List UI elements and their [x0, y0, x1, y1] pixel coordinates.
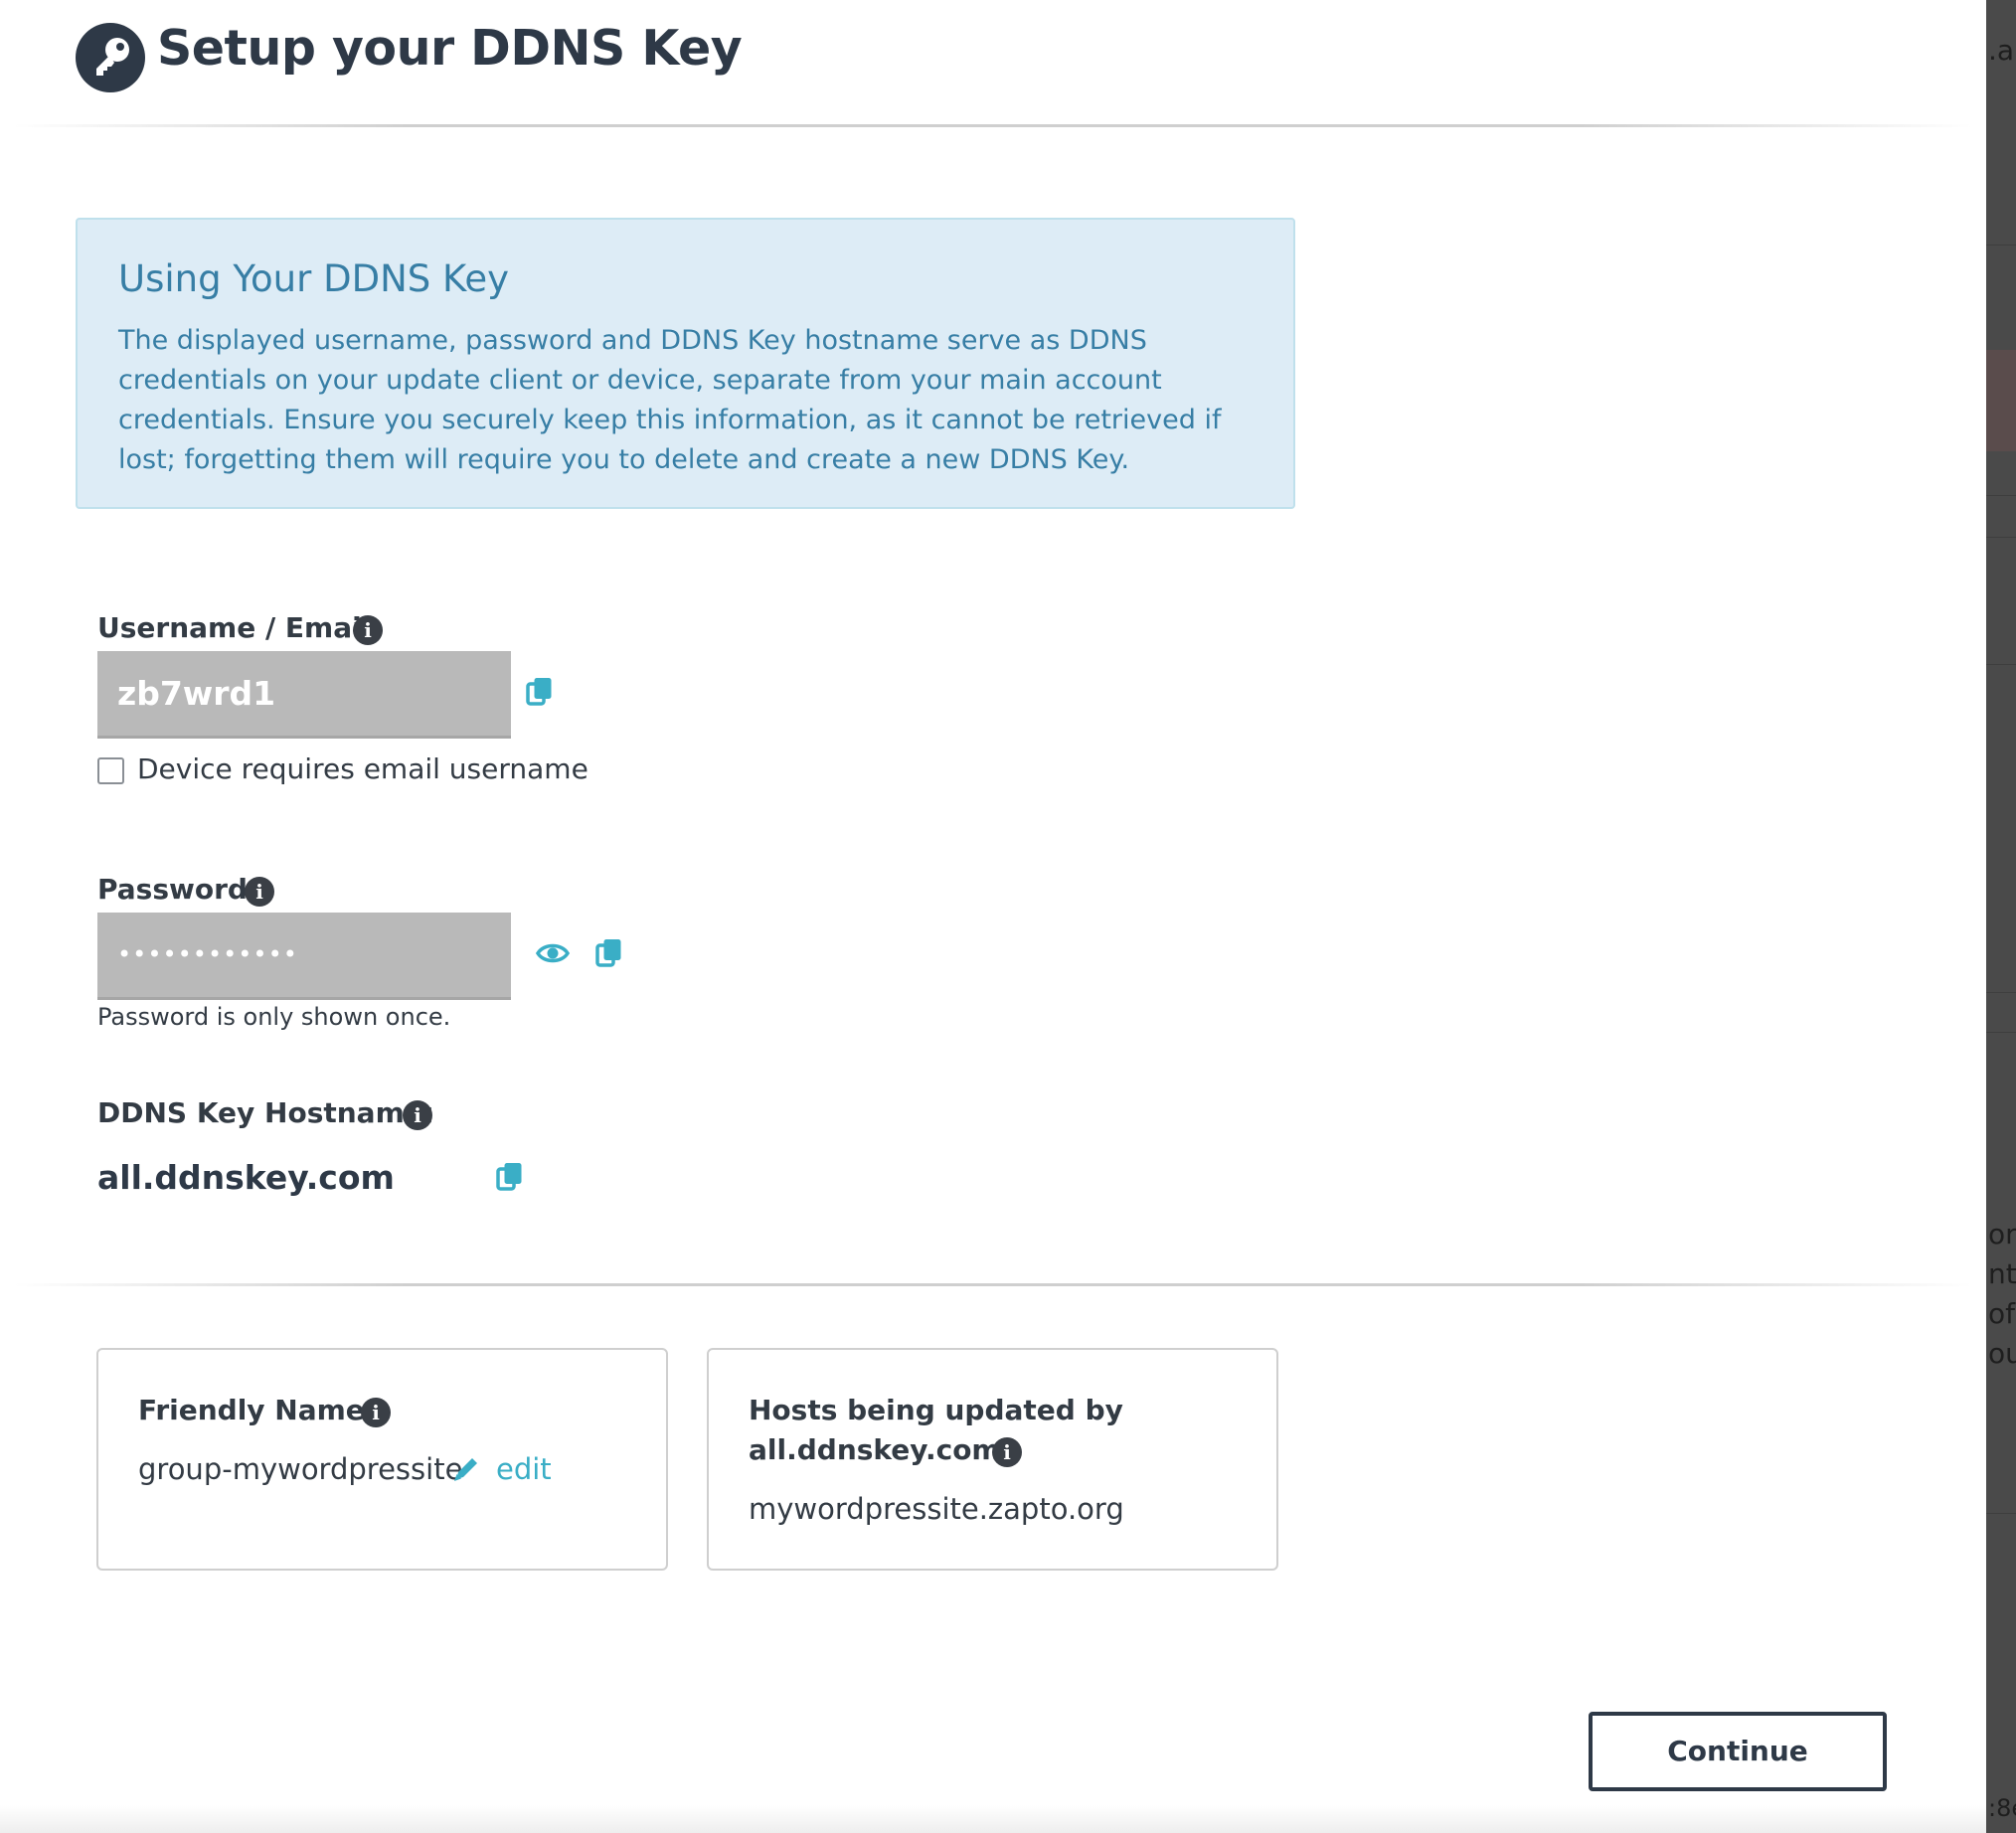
friendly-name-value: group-mywordpressite: [138, 1452, 463, 1486]
hostname-info-icon[interactable]: i: [403, 1100, 432, 1130]
hosts-updated-label-line1: Hosts being updated by: [749, 1394, 1123, 1426]
background-page: .al on nt of ou :8e: [1986, 0, 2016, 1833]
background-text-fragment: ou: [1988, 1337, 2016, 1370]
hosts-updated-card: Hosts being updated by all.ddnskey.com: …: [707, 1348, 1278, 1571]
friendly-name-card: Friendly Name: i group-mywordpressite ed…: [96, 1348, 668, 1571]
header-divider: [14, 124, 1972, 127]
background-divider: [1986, 245, 2016, 246]
hostname-label: DDNS Key Hostname:: [97, 1096, 434, 1129]
background-divider: [1986, 664, 2016, 665]
password-info-icon[interactable]: i: [245, 877, 274, 907]
background-divider: [1986, 992, 2016, 993]
edit-friendly-name-link[interactable]: edit: [496, 1452, 552, 1486]
username-info-icon[interactable]: i: [353, 615, 383, 645]
friendly-name-info-icon[interactable]: i: [361, 1398, 391, 1427]
background-divider: [1986, 495, 2016, 496]
copy-password-icon[interactable]: [594, 937, 624, 969]
modal-bottom-shade: [0, 1805, 1986, 1833]
key-icon: [76, 23, 145, 92]
password-label: Password: [97, 873, 248, 906]
hosts-updated-info-icon[interactable]: i: [992, 1437, 1022, 1467]
info-alert: Using Your DDNS Key The displayed userna…: [76, 218, 1295, 509]
friendly-name-label: Friendly Name:: [138, 1394, 376, 1426]
section-divider: [14, 1283, 1972, 1286]
email-username-checkbox-label[interactable]: Device requires email username: [137, 752, 588, 785]
hostname-value: all.ddnskey.com: [97, 1158, 395, 1197]
ddns-key-modal: Setup your DDNS Key Using Your DDNS Key …: [0, 0, 1986, 1833]
background-text-fragment: :8e: [1988, 1794, 2016, 1822]
background-divider: [1986, 537, 2016, 538]
username-value: zb7wrd1: [117, 674, 276, 713]
hosts-updated-label-line2: all.ddnskey.com:: [749, 1433, 1012, 1466]
password-hint: Password is only shown once.: [97, 1003, 451, 1031]
password-field[interactable]: ••••••••••••: [97, 913, 511, 1000]
info-body: The displayed username, password and DDN…: [118, 325, 1222, 475]
info-title: Using Your DDNS Key: [118, 257, 510, 300]
background-divider: [1986, 1032, 2016, 1033]
modal-title: Setup your DDNS Key: [157, 20, 743, 77]
hosts-updated-value: mywordpressite.zapto.org: [749, 1492, 1124, 1526]
background-text-fragment: .al: [1988, 34, 2016, 67]
background-divider: [1986, 1513, 2016, 1514]
background-highlight-row: [1986, 350, 2016, 451]
background-text-fragment: nt: [1988, 1257, 2016, 1290]
continue-button[interactable]: Continue: [1589, 1712, 1887, 1791]
background-text-fragment: on: [1988, 1218, 2016, 1250]
email-username-checkbox[interactable]: [97, 757, 124, 784]
pencil-icon[interactable]: [451, 1454, 481, 1484]
copy-hostname-icon[interactable]: [495, 1161, 525, 1193]
copy-username-icon[interactable]: [525, 676, 555, 708]
username-field[interactable]: zb7wrd1: [97, 651, 511, 739]
background-text-fragment: of: [1988, 1297, 2015, 1330]
password-masked-value: ••••••••••••: [117, 940, 298, 968]
username-label: Username / Email: [97, 611, 372, 644]
show-password-eye-icon[interactable]: [535, 938, 571, 968]
